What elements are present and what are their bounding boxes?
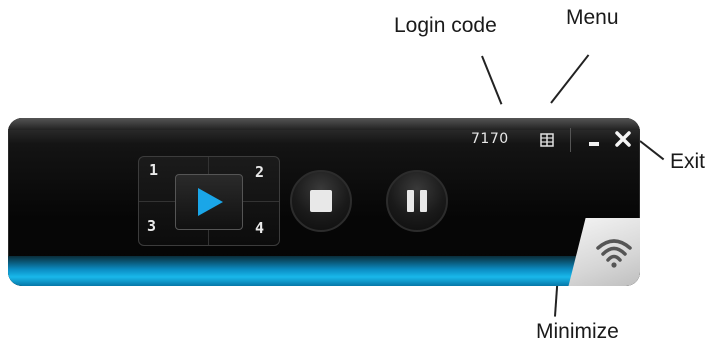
menu-button[interactable] bbox=[540, 132, 554, 147]
player-widget: 7170 1 2 3 4 bbox=[8, 118, 640, 286]
login-code: 7170 bbox=[471, 131, 509, 147]
status-bar bbox=[8, 256, 588, 286]
stop-icon bbox=[310, 190, 332, 212]
widget-top-band bbox=[8, 118, 640, 130]
pause-icon bbox=[407, 190, 427, 212]
exit-callout: Exit bbox=[670, 150, 706, 173]
play-button[interactable] bbox=[175, 174, 243, 230]
exit-button[interactable] bbox=[614, 129, 632, 149]
quadrant-3[interactable]: 3 bbox=[147, 217, 156, 235]
pause-button[interactable] bbox=[386, 170, 448, 232]
play-icon bbox=[198, 188, 223, 216]
menu-icon bbox=[540, 133, 554, 147]
minimize-button[interactable] bbox=[586, 131, 602, 149]
login-code-pointer bbox=[481, 55, 503, 105]
menu-pointer bbox=[550, 54, 590, 104]
menu-callout: Menu bbox=[566, 6, 619, 29]
quadrant-selector: 1 2 3 4 bbox=[138, 156, 280, 246]
stop-button[interactable] bbox=[290, 170, 352, 232]
close-icon bbox=[615, 131, 631, 147]
login-code-callout: Login code bbox=[394, 14, 497, 37]
minimize-icon bbox=[589, 142, 599, 146]
quadrant-2[interactable]: 2 bbox=[255, 163, 264, 181]
wifi-icon bbox=[594, 234, 634, 270]
quadrant-4[interactable]: 4 bbox=[255, 219, 264, 237]
minimize-callout: Minimize bbox=[536, 320, 619, 343]
exit-pointer bbox=[639, 140, 665, 161]
toolbar-divider bbox=[570, 128, 571, 152]
quadrant-1[interactable]: 1 bbox=[149, 161, 158, 179]
